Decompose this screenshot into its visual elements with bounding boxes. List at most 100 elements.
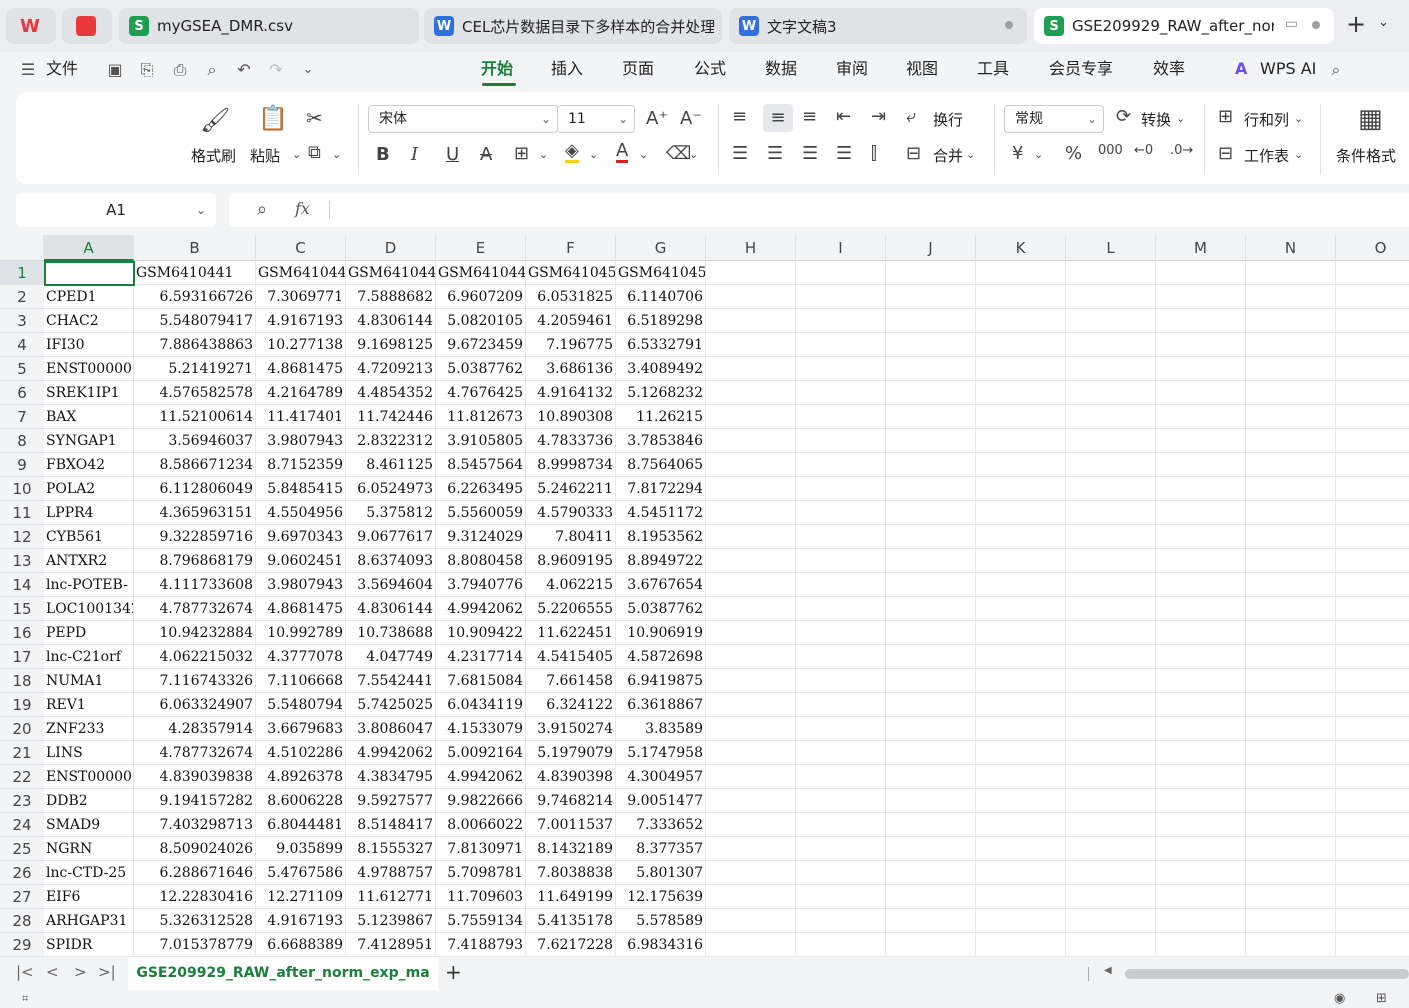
data-cell[interactable]: 10.992789 [256,621,346,645]
row-header-16[interactable]: 16 [0,621,44,645]
data-cell[interactable] [1246,813,1336,837]
data-cell[interactable]: 9.5927577 [346,789,436,813]
header-cell[interactable]: GSM6410448 [436,261,526,285]
data-cell[interactable] [976,453,1066,477]
data-cell[interactable] [796,381,886,405]
data-cell[interactable] [1246,525,1336,549]
data-cell[interactable]: 9.0051477 [616,789,706,813]
data-cell[interactable] [886,381,976,405]
data-cell[interactable] [1156,765,1246,789]
data-cell[interactable] [706,813,796,837]
thousands-icon[interactable]: 000 [1098,143,1123,158]
data-cell[interactable] [1156,333,1246,357]
paste-icon[interactable]: 📋 [258,104,288,132]
data-cell[interactable] [706,381,796,405]
data-cell[interactable] [1066,477,1156,501]
data-cell[interactable]: 4.576582578 [134,381,256,405]
data-cell[interactable] [886,741,976,765]
data-cell[interactable]: 5.4767586 [256,861,346,885]
header-cell[interactable] [706,261,796,285]
data-cell[interactable]: 6.9834316 [616,933,706,957]
data-cell[interactable] [976,333,1066,357]
select-all-corner[interactable] [0,235,44,261]
column-header-f[interactable]: F [526,235,616,261]
data-cell[interactable] [1066,453,1156,477]
gene-name-cell[interactable]: FBXO42 [44,453,134,477]
row-header-1[interactable]: 1 [0,261,44,285]
data-cell[interactable] [1066,429,1156,453]
data-cell[interactable] [706,789,796,813]
data-cell[interactable]: 6.9419875 [616,669,706,693]
data-cell[interactable] [976,621,1066,645]
data-cell[interactable] [1246,405,1336,429]
data-cell[interactable] [886,597,976,621]
data-cell[interactable] [796,885,886,909]
print-preview-icon[interactable]: ⌕ [202,60,222,80]
data-cell[interactable]: 4.8926378 [256,765,346,789]
data-cell[interactable]: 4.28357914 [134,717,256,741]
data-cell[interactable] [886,333,976,357]
data-cell[interactable]: 9.194157282 [134,789,256,813]
tab-cel-doc[interactable]: W CEL芯片数据目录下多样本的合并处理 [424,8,722,44]
fx-icon[interactable]: fx [295,199,310,218]
data-cell[interactable] [1066,717,1156,741]
data-cell[interactable]: 12.22830416 [134,885,256,909]
data-cell[interactable] [976,549,1066,573]
align-top-icon[interactable]: ≡ [732,106,747,127]
data-cell[interactable] [1246,789,1336,813]
data-cell[interactable] [886,693,976,717]
clear-chevron-icon[interactable]: ⌄ [689,148,698,161]
gene-name-cell[interactable]: CYB561 [44,525,134,549]
name-box[interactable]: A1 ⌄ [16,193,216,227]
data-cell[interactable] [886,669,976,693]
data-cell[interactable] [1336,813,1409,837]
data-cell[interactable] [976,381,1066,405]
data-cell[interactable] [1066,309,1156,333]
data-cell[interactable]: 5.7425025 [346,693,436,717]
data-cell[interactable] [796,813,886,837]
data-cell[interactable] [976,597,1066,621]
data-cell[interactable] [796,765,886,789]
print-icon[interactable]: ⎙ [170,60,190,80]
data-cell[interactable] [1246,381,1336,405]
data-cell[interactable] [1156,525,1246,549]
data-cell[interactable]: 3.9807943 [256,573,346,597]
data-cell[interactable] [1336,453,1409,477]
data-cell[interactable]: 5.7559134 [436,909,526,933]
data-cell[interactable] [976,429,1066,453]
column-header-b[interactable]: B [134,235,256,261]
data-cell[interactable]: 8.8080458 [436,549,526,573]
data-cell[interactable]: 7.6217228 [526,933,616,957]
menu-member[interactable]: 会员专享 [1049,52,1113,88]
data-cell[interactable]: 5.0092164 [436,741,526,765]
data-cell[interactable]: 11.612771 [346,885,436,909]
data-cell[interactable] [796,669,886,693]
column-header-j[interactable]: J [886,235,976,261]
data-cell[interactable]: 5.2206555 [526,597,616,621]
data-cell[interactable]: 5.0387762 [616,597,706,621]
data-cell[interactable]: 5.5560059 [436,501,526,525]
more-chevron-icon[interactable]: ⌄ [298,60,318,80]
data-cell[interactable]: 11.812673 [436,405,526,429]
data-cell[interactable]: 8.461125 [346,453,436,477]
data-cell[interactable]: 9.7468214 [526,789,616,813]
data-cell[interactable] [1156,573,1246,597]
data-cell[interactable]: 4.062215032 [134,645,256,669]
new-tab-plus-icon[interactable]: + [1346,10,1366,38]
data-cell[interactable] [1336,717,1409,741]
data-cell[interactable] [1336,357,1409,381]
data-cell[interactable] [976,669,1066,693]
data-cell[interactable] [1336,885,1409,909]
data-cell[interactable]: 9.6970343 [256,525,346,549]
header-cell[interactable]: GSM6410452 [616,261,706,285]
data-cell[interactable]: 3.9105805 [436,429,526,453]
data-cell[interactable] [796,693,886,717]
data-cell[interactable] [886,309,976,333]
data-cell[interactable] [1066,549,1156,573]
gene-name-cell[interactable]: SYNGAP1 [44,429,134,453]
data-cell[interactable]: 6.0524973 [346,477,436,501]
save-icon[interactable]: ▣ [105,60,125,80]
data-cell[interactable] [1066,813,1156,837]
gene-name-cell[interactable]: CHAC2 [44,309,134,333]
data-cell[interactable]: 11.709603 [436,885,526,909]
